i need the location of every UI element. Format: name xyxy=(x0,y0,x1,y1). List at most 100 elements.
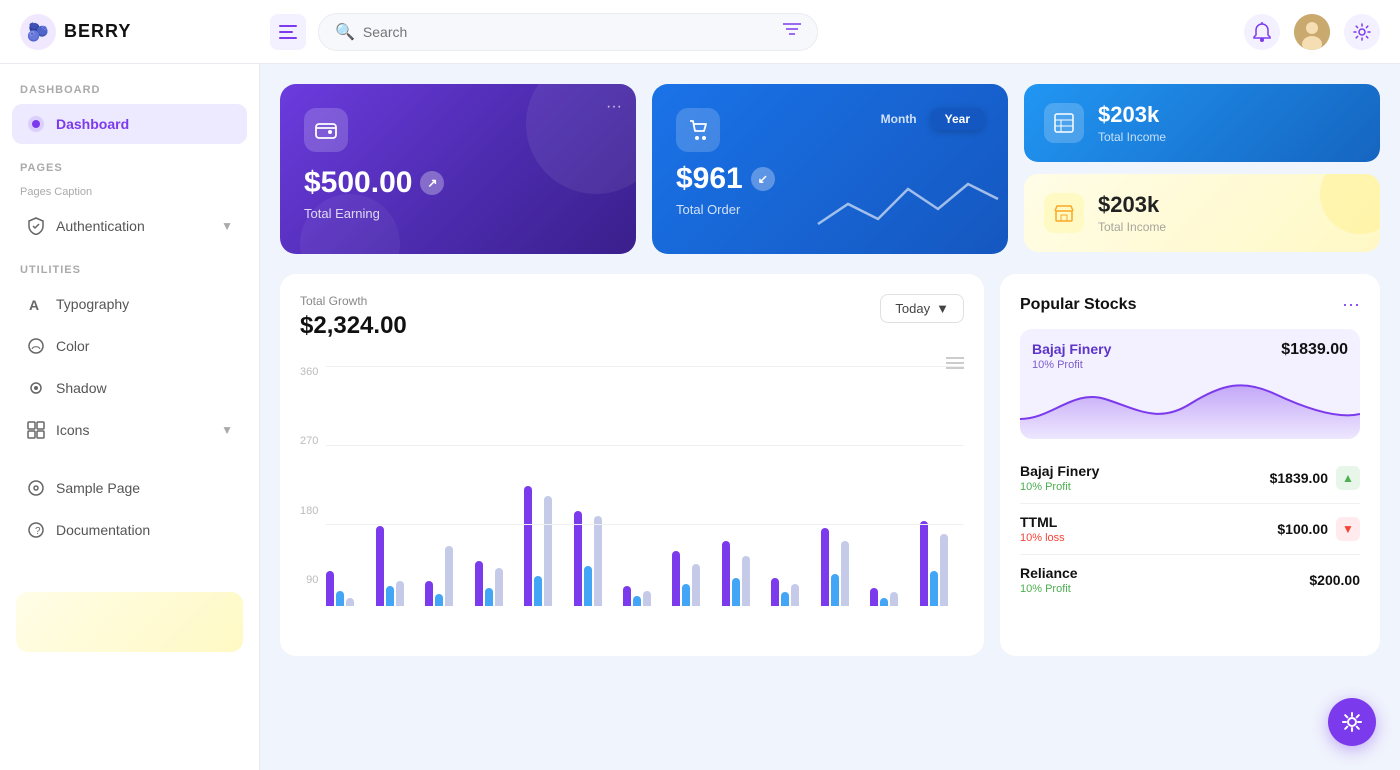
card-income-yellow: $203k Total Income xyxy=(1024,174,1380,252)
bar-group-12 xyxy=(870,588,914,606)
bar-group-13 xyxy=(920,521,964,606)
featured-stock-name: Bajaj Finery xyxy=(1032,341,1111,357)
card-income-right: $203k Total Income $203k Total xyxy=(1024,84,1380,254)
authentication-icon xyxy=(26,216,46,236)
wave-chart xyxy=(808,164,1008,244)
color-icon xyxy=(26,336,46,356)
fab-settings-button[interactable] xyxy=(1328,698,1376,746)
chart-card: Total Growth $2,324.00 Today ▼ xyxy=(280,274,984,656)
stock-name-bajaj: Bajaj Finery xyxy=(1020,463,1099,479)
sidebar-item-typography[interactable]: A Typography xyxy=(12,284,247,324)
menu-button[interactable] xyxy=(270,14,306,50)
stocks-title: Popular Stocks xyxy=(1020,296,1136,314)
settings-button[interactable] xyxy=(1344,14,1380,50)
topbar: 🫐 BERRY 🔍 xyxy=(0,0,1400,64)
search-icon: 🔍 xyxy=(335,22,355,42)
stock-area-chart xyxy=(1020,369,1360,439)
bar-group-2 xyxy=(376,526,420,606)
stocks-card: Popular Stocks ··· Bajaj Finery 10% Prof… xyxy=(1000,274,1380,656)
sample-page-icon xyxy=(26,478,46,498)
cards-row: ··· $500.00 ↗ Total Earning xyxy=(280,84,1380,254)
svg-text:A: A xyxy=(29,297,39,313)
fab-gear-icon xyxy=(1341,711,1363,733)
main-content: ··· $500.00 ↗ Total Earning xyxy=(260,64,1400,770)
sidebar-item-documentation[interactable]: ? Documentation xyxy=(12,510,247,550)
typography-icon: A xyxy=(26,294,46,314)
income-yellow-amount: $203k xyxy=(1098,192,1166,218)
bar-group-4 xyxy=(475,561,519,606)
card-earning: ··· $500.00 ↗ Total Earning xyxy=(280,84,636,254)
svg-text:?: ? xyxy=(35,526,41,537)
bar-light xyxy=(346,598,354,606)
filter-icon[interactable] xyxy=(783,22,801,41)
stock-badge-up-bajaj: ▲ xyxy=(1336,466,1360,490)
dashboard-icon xyxy=(26,114,46,134)
stock-item-ttml: TTML 10% loss $100.00 ▼ xyxy=(1020,504,1360,555)
sidebar-item-color[interactable]: Color xyxy=(12,326,247,366)
sidebar-shadow-label: Shadow xyxy=(56,380,107,396)
earning-amount: $500.00 ↗ xyxy=(304,166,612,200)
chevron-down-icon: ▼ xyxy=(221,219,233,233)
sidebar-sample-page-label: Sample Page xyxy=(56,480,140,496)
documentation-icon: ? xyxy=(26,520,46,540)
card-order: Month Year $961 ↙ Total Order xyxy=(652,84,1008,254)
logo-icon: 🫐 xyxy=(20,14,56,50)
main-layout: Dashboard Dashboard Pages Pages Caption … xyxy=(0,64,1400,770)
stock-price-reliance: $200.00 xyxy=(1309,572,1360,588)
logo-text: BERRY xyxy=(64,21,131,42)
bar-group-10 xyxy=(771,578,815,606)
stock-profit-bajaj: 10% Profit xyxy=(1020,481,1099,493)
chart-header: Total Growth $2,324.00 Today ▼ xyxy=(300,294,964,340)
tab-year[interactable]: Year xyxy=(931,108,984,130)
sidebar-item-shadow[interactable]: Shadow xyxy=(12,368,247,408)
income-blue-info: $203k Total Income xyxy=(1098,102,1166,144)
bell-icon xyxy=(1253,22,1271,42)
earning-label: Total Earning xyxy=(304,206,612,221)
down-arrow-badge: ↙ xyxy=(751,167,775,191)
stock-profit-reliance: 10% Profit xyxy=(1020,583,1078,595)
stock-profit-ttml: 10% loss xyxy=(1020,532,1065,544)
search-bar: 🔍 xyxy=(318,13,818,51)
avatar[interactable] xyxy=(1294,14,1330,50)
stocks-more-icon[interactable]: ··· xyxy=(1342,294,1360,315)
order-card-icon xyxy=(676,108,720,152)
bell-button[interactable] xyxy=(1244,14,1280,50)
sidebar-typography-label: Typography xyxy=(56,296,129,312)
tab-month[interactable]: Month xyxy=(867,108,931,130)
sidebar-section-utilities: Utilities xyxy=(12,264,247,284)
stock-name-reliance: Reliance xyxy=(1020,565,1078,581)
chevron-down-icon-2: ▼ xyxy=(221,423,233,437)
stock-price-ttml: $100.00 xyxy=(1277,521,1328,537)
chart-area: 360 270 180 90 xyxy=(300,356,964,636)
store-icon xyxy=(1054,203,1074,223)
income-blue-label: Total Income xyxy=(1098,130,1166,144)
month-year-tabs: Month Year xyxy=(867,108,984,130)
card-more-icon[interactable]: ··· xyxy=(606,98,622,116)
sidebar-item-authentication[interactable]: Authentication ▼ xyxy=(12,206,247,246)
sidebar-section-dashboard: Dashboard xyxy=(12,84,247,104)
featured-stock-value: $1839.00 xyxy=(1281,341,1348,359)
shopping-icon xyxy=(687,119,709,141)
sidebar-item-icons[interactable]: Icons ▼ xyxy=(12,410,247,450)
sidebar-item-dashboard[interactable]: Dashboard xyxy=(12,104,247,144)
bar-group-3 xyxy=(425,546,469,606)
featured-stock-chart: Bajaj Finery 10% Profit $1839.00 xyxy=(1020,329,1360,439)
chart-amount: $2,324.00 xyxy=(300,312,407,340)
sidebar-pages-caption: Pages Caption xyxy=(12,182,247,206)
today-filter-button[interactable]: Today ▼ xyxy=(880,294,964,323)
gear-icon xyxy=(1353,23,1371,41)
income-yellow-info: $203k Total Income xyxy=(1098,192,1166,234)
bar-blue xyxy=(336,591,344,606)
sidebar-section-pages: Pages xyxy=(12,162,247,182)
sidebar-item-sample-page[interactable]: Sample Page xyxy=(12,468,247,508)
search-input[interactable] xyxy=(363,24,775,40)
bar-purple xyxy=(326,571,334,606)
up-arrow-badge: ↗ xyxy=(420,171,444,195)
table-icon xyxy=(1054,113,1074,133)
bar-group-5 xyxy=(524,486,568,606)
bar-group-1 xyxy=(326,571,370,606)
stocks-header: Popular Stocks ··· xyxy=(1020,294,1360,315)
earning-card-icon xyxy=(304,108,348,152)
bar-group-11 xyxy=(821,528,865,606)
stock-item-bajaj: Bajaj Finery 10% Profit $1839.00 ▲ xyxy=(1020,453,1360,504)
